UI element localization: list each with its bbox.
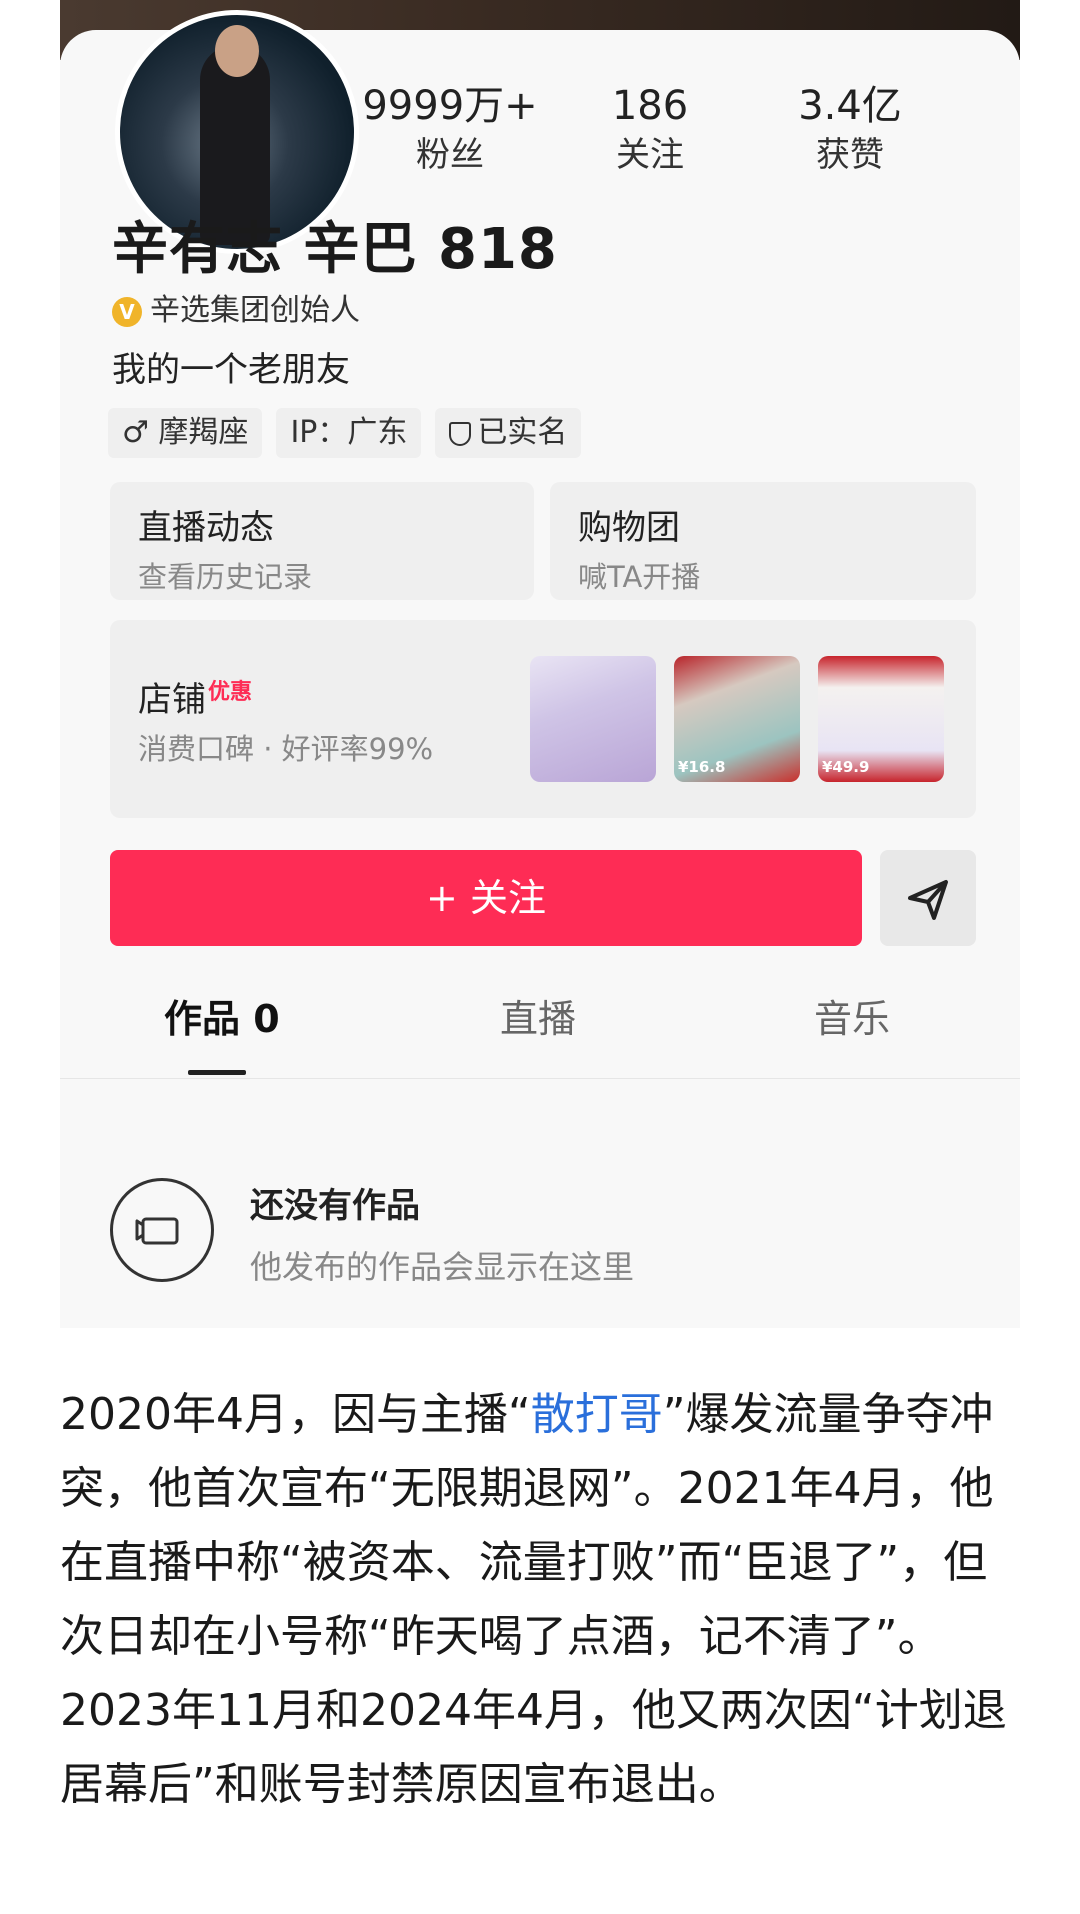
profile-card: 9999万+ 粉丝 186 关注 3.4亿 获赞 辛有志 辛巴 818 V 辛选集… — [60, 10, 1020, 1328]
shop-subtitle: 消费口碑 · 好评率99% — [138, 732, 434, 766]
stat-following-value: 186 — [611, 83, 689, 129]
article-paragraph: 2020年4月，因与主播“散打哥”爆发流量争夺冲突，他首次宣布“无限期退网”。2… — [60, 1378, 1020, 1822]
stat-followers[interactable]: 9999万+ 粉丝 — [360, 80, 540, 178]
shopping-group-subtitle: 喊TA开播 — [578, 560, 701, 594]
tab-music[interactable]: 音乐 — [814, 988, 890, 1043]
empty-state-subtitle: 他发布的作品会显示在这里 — [250, 1248, 635, 1286]
shop-thumbnail-price: ¥16.8 — [678, 758, 726, 776]
shield-icon — [449, 421, 472, 446]
shop-thumbnail-price: ¥49.9 — [822, 758, 870, 776]
live-updates-box[interactable]: 直播动态 查看历史记录 — [110, 482, 534, 600]
tag-real-name: 已实名 — [435, 408, 582, 458]
stat-likes[interactable]: 3.4亿 获赞 — [760, 80, 940, 178]
profile-tags: ♂ 摩羯座 IP：广东 已实名 — [108, 408, 595, 458]
profile-screenshot: 9999万+ 粉丝 186 关注 3.4亿 获赞 辛有志 辛巴 818 V 辛选集… — [60, 0, 1020, 1328]
tag-real-name-text: 已实名 — [477, 415, 568, 450]
live-updates-subtitle: 查看历史记录 — [138, 560, 313, 594]
verification-text: 辛选集团创始人 — [150, 293, 360, 328]
share-button[interactable] — [880, 850, 976, 946]
shop-thumbnail[interactable]: ¥49.9 — [818, 656, 944, 782]
tab-live[interactable]: 直播 — [500, 988, 576, 1043]
video-camera-icon — [135, 1217, 179, 1245]
shop-box[interactable]: 店铺优惠 消费口碑 · 好评率99% ¥16.8 ¥49.9 — [110, 620, 976, 818]
shop-title: 店铺 — [138, 680, 206, 720]
active-tab-indicator — [188, 1070, 246, 1075]
stat-following[interactable]: 186 关注 — [560, 80, 740, 178]
tab-works[interactable]: 作品 0 — [164, 988, 280, 1043]
stat-followers-label: 粉丝 — [416, 135, 484, 175]
profile-name: 辛有志 辛巴 818 — [112, 217, 558, 282]
verified-badge-icon: V — [112, 296, 142, 327]
live-updates-title: 直播动态 — [138, 508, 274, 548]
send-icon — [908, 880, 948, 920]
profile-stats: 9999万+ 粉丝 186 关注 3.4亿 获赞 — [60, 80, 1020, 190]
empty-state-title: 还没有作品 — [250, 1186, 420, 1226]
stat-following-label: 关注 — [616, 135, 684, 175]
empty-state-icon — [110, 1178, 214, 1282]
stat-likes-label: 获赞 — [816, 135, 884, 175]
shop-badge: 优惠 — [208, 679, 253, 705]
content-tabs: 作品 0 直播 音乐 — [60, 988, 1020, 1078]
article-link[interactable]: 散打哥 — [531, 1389, 663, 1440]
stat-followers-value: 9999万+ — [362, 83, 538, 129]
shopping-group-box[interactable]: 购物团 喊TA开播 — [550, 482, 976, 600]
tag-zodiac: ♂ 摩羯座 — [108, 408, 263, 458]
follow-button[interactable]: + 关注 — [110, 850, 862, 946]
avatar-head — [215, 25, 259, 77]
article-text-part1: 2020年4月，因与主播“ — [60, 1389, 531, 1440]
shop-thumbnail[interactable] — [530, 656, 656, 782]
shopping-group-title: 购物团 — [578, 508, 680, 548]
profile-bio: 我的一个老朋友 — [112, 350, 350, 390]
stat-likes-value: 3.4亿 — [798, 83, 902, 129]
article-text-part2: ”爆发流量争夺冲突，他首次宣布“无限期退网”。2021年4月，他在直播中称“被资… — [60, 1389, 1007, 1810]
tabs-divider — [60, 1078, 1020, 1079]
shop-thumbnail[interactable]: ¥16.8 — [674, 656, 800, 782]
verification: V 辛选集团创始人 — [112, 285, 360, 328]
tag-ip-location: IP：广东 — [276, 408, 422, 458]
shop-title-row: 店铺优惠 — [138, 672, 252, 721]
